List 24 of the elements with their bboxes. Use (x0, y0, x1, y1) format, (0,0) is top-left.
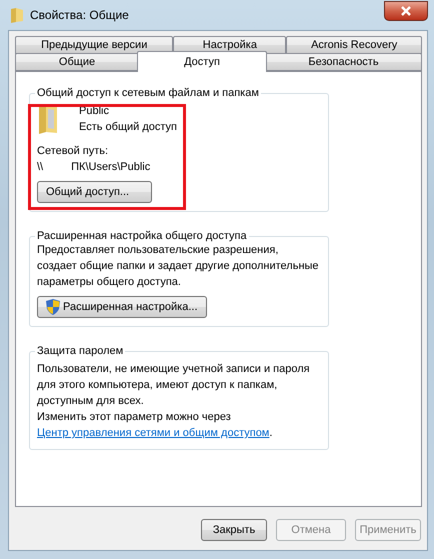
description-text: Предоставляет пользовательские разрешения, создает общие папки и задает другие дополнительные параметры общего доступа. (37, 243, 320, 290)
tab[interactable]: Безопасность (265, 53, 422, 71)
network-center-link[interactable]: Центр управления сетями и общим доступом (37, 427, 270, 439)
group-title: Защита паролем (36, 345, 124, 357)
path-label: Сетевой путь: (37, 144, 110, 159)
close-button[interactable] (384, 1, 428, 21)
advanced-settings-button[interactable]: Расширенная настройка... (37, 296, 207, 318)
folder-icon (10, 7, 24, 23)
network-path: ПК\Users\Public (71, 160, 150, 175)
path-prefix: \\ (37, 160, 44, 175)
window-title: Свойства: Общие (30, 8, 130, 22)
group-title: Расширенная настройка общего доступа (36, 230, 248, 242)
tab[interactable]: Acronis Recovery (286, 36, 422, 54)
close-icon (400, 6, 412, 16)
tab[interactable]: Доступ (137, 51, 267, 72)
shield-icon (46, 299, 60, 315)
tab[interactable]: Общие (15, 53, 139, 71)
description-text: Пользователи, не имеющие учетной записи и пароля для этого компьютера, имеют доступ к папкам, доступным для всех. (37, 362, 311, 409)
sharing-status: Есть общий доступ (79, 120, 178, 135)
change-setting-text: Изменить этот параметр можно через Центр управления сетями и общим доступом. (37, 410, 274, 441)
dialog-button[interactable]: Закрыть (201, 519, 267, 541)
share-button[interactable]: Общий доступ... (37, 181, 152, 203)
group-title: Общий доступ к сетевым файлам и папкам (36, 87, 260, 99)
tab[interactable]: Предыдущие версии (15, 36, 174, 54)
